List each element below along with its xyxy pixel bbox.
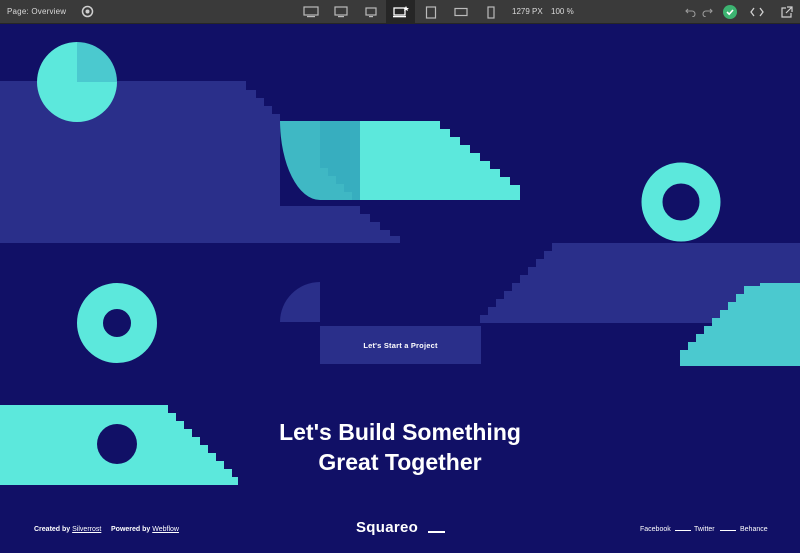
desktop-base-icon[interactable] bbox=[386, 0, 415, 24]
behance-link[interactable]: Behance bbox=[740, 526, 768, 533]
squareo-logo[interactable]: Squareo bbox=[356, 519, 418, 536]
teal-ring-left bbox=[77, 283, 157, 363]
mobile-landscape-icon[interactable] bbox=[446, 0, 475, 24]
created-by-credit: Created by Silverrost bbox=[34, 526, 101, 533]
created-by-label: Created by bbox=[34, 526, 71, 533]
desktop-large-icon[interactable] bbox=[296, 0, 325, 24]
hero-headline-line-1: Let's Build Something bbox=[279, 419, 521, 445]
undo-icon[interactable] bbox=[683, 5, 697, 19]
canvas-width-readout: 1279 PX bbox=[512, 7, 543, 16]
powered-by-credit: Powered by Webflow bbox=[111, 526, 179, 533]
start-project-button[interactable]: Let's Start a Project bbox=[320, 326, 481, 364]
editor-toolbar: Page: Overview 1279 PX 100 % bbox=[0, 0, 800, 24]
created-by-link[interactable]: Silverrost bbox=[72, 526, 101, 533]
powered-by-link[interactable]: Webflow bbox=[152, 526, 179, 533]
mobile-portrait-icon[interactable] bbox=[476, 0, 505, 24]
teal-ring-right bbox=[641, 162, 721, 242]
check-icon[interactable] bbox=[723, 5, 737, 19]
eye-icon[interactable] bbox=[81, 5, 94, 18]
desktop-medium-icon[interactable] bbox=[326, 0, 355, 24]
zoom-readout: 100 % bbox=[551, 7, 574, 16]
hero-headline: Let's Build Something Great Together bbox=[200, 417, 600, 477]
code-icon[interactable] bbox=[750, 5, 764, 19]
page-selector[interactable]: Page: Overview bbox=[7, 7, 66, 16]
powered-by-label: Powered by bbox=[111, 526, 151, 533]
desktop-small-icon[interactable] bbox=[356, 0, 385, 24]
redo-icon[interactable] bbox=[700, 5, 714, 19]
dark-half-circle bbox=[280, 282, 320, 322]
logo-underscore bbox=[428, 531, 445, 533]
tablet-icon[interactable] bbox=[416, 0, 445, 24]
dark-dot-bottom bbox=[97, 424, 137, 464]
hero-headline-line-2: Great Together bbox=[318, 449, 482, 475]
twitter-link[interactable]: Twitter bbox=[694, 526, 715, 533]
facebook-link[interactable]: Facebook bbox=[640, 526, 671, 533]
export-icon[interactable] bbox=[779, 5, 793, 19]
teal-stepped-shape-center bbox=[360, 121, 520, 200]
site-preview-canvas: Let's Start a Project Let's Build Someth… bbox=[0, 24, 800, 553]
social-divider bbox=[720, 530, 736, 531]
social-divider bbox=[675, 530, 691, 531]
